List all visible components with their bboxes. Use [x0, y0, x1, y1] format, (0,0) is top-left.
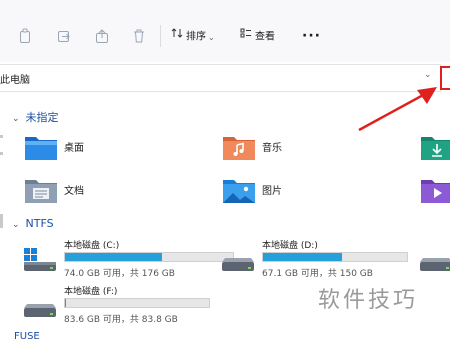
desktop-folder-icon: [25, 137, 57, 160]
view-icon: [240, 27, 252, 46]
drive-icon: [24, 304, 56, 317]
sort-label: 排序: [186, 31, 206, 43]
drive-usage-bar: [64, 298, 210, 308]
drive-usage-fill: [65, 253, 163, 261]
view-label: 查看: [255, 31, 275, 43]
copy-icon[interactable]: [18, 28, 32, 44]
drive-name: 本地磁盘 (F:): [64, 287, 118, 297]
nav-pane-marker: [0, 135, 3, 138]
drive-usage-bar: [262, 252, 408, 262]
chevron-down-icon: ⌄: [12, 114, 20, 124]
annotation-arrow: [358, 87, 437, 132]
section-header-ntfs[interactable]: ⌄ NTFS: [12, 217, 54, 230]
videos-folder-icon: [421, 180, 450, 203]
address-path: 此电脑: [0, 75, 30, 86]
section-header-partial[interactable]: FUSE: [14, 331, 40, 342]
pictures-folder-icon: [223, 180, 255, 203]
system-drive-icon: [24, 248, 56, 271]
sort-icon: [171, 27, 183, 46]
folder-label: 文档: [64, 186, 84, 197]
drive-icon: [222, 258, 254, 271]
drive-usage-fill: [65, 299, 67, 307]
view-button[interactable]: 查看: [240, 27, 275, 45]
drive-capacity: 83.6 GB 可用，共 83.8 GB: [64, 315, 178, 325]
sort-button[interactable]: 排序 ⌄: [171, 27, 215, 45]
folder-label: 图片: [262, 186, 282, 197]
documents-folder-icon: [25, 180, 57, 203]
drive-usage-fill: [263, 253, 343, 261]
nav-pane-marker: [0, 214, 3, 228]
folder-label: 桌面: [64, 143, 84, 154]
drive-icon: [420, 258, 450, 271]
more-options-button[interactable]: ···: [302, 27, 321, 45]
folder-label: 音乐: [262, 143, 282, 154]
drive-name: 本地磁盘 (C:): [64, 241, 120, 251]
drive-capacity: 67.1 GB 可用，共 150 GB: [262, 269, 373, 279]
drive-name: 本地磁盘 (D:): [262, 241, 318, 251]
chevron-down-icon: ⌄: [12, 220, 20, 230]
drive-capacity: 74.0 GB 可用，共 176 GB: [64, 269, 175, 279]
nav-pane-marker: [0, 152, 3, 155]
downloads-folder-icon: [421, 137, 450, 160]
command-bar: 排序 ⌄ 查看 ···: [0, 0, 450, 62]
highlight-box: [440, 66, 450, 90]
delete-icon[interactable]: [132, 28, 146, 44]
chevron-down-icon: ⌄: [208, 32, 215, 42]
watermark: 软件技巧: [318, 288, 419, 313]
toolbar-divider: [160, 25, 161, 47]
address-history-chevron-icon[interactable]: ⌄: [424, 70, 432, 80]
section-header-quick-access[interactable]: ⌄ 未指定: [12, 109, 59, 125]
drive-usage-bar: [64, 252, 234, 262]
music-folder-icon: [223, 137, 255, 160]
share-icon[interactable]: [95, 28, 109, 44]
paste-icon[interactable]: [57, 28, 71, 44]
